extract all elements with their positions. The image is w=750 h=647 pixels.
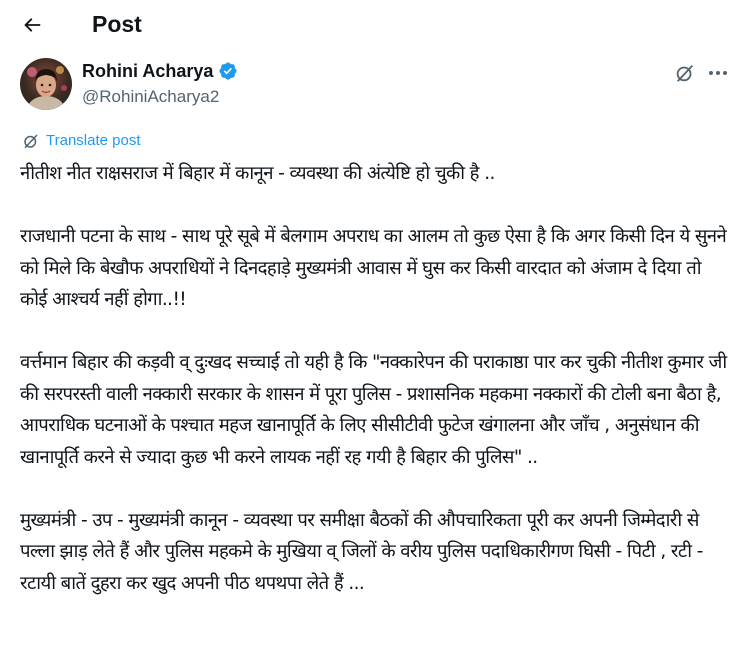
post-paragraph: नीतीश नीत राक्षसराज में बिहार में कानून … <box>20 163 495 184</box>
translate-post-link[interactable]: Translate post <box>22 131 141 151</box>
author-handle[interactable]: @RohiniAcharya2 <box>82 86 219 108</box>
more-horizontal-icon <box>709 71 727 75</box>
more-button[interactable] <box>704 60 732 86</box>
post-paragraph: मुख्यमंत्री - उप - मुख्यमंत्री कानून - व… <box>20 509 703 594</box>
post-paragraph: वर्त्तमान बिहार की कड़वी व् दुःखद सच्चाई… <box>20 352 727 468</box>
author-name[interactable]: Rohini Acharya <box>82 60 213 82</box>
post-header: Post <box>0 0 750 50</box>
translate-icon <box>24 134 38 149</box>
author-name-row[interactable]: Rohini Acharya <box>82 60 238 82</box>
page-title: Post <box>92 11 142 37</box>
grok-button[interactable] <box>672 60 698 86</box>
grok-icon <box>676 65 694 82</box>
arrow-left-icon <box>24 18 41 32</box>
post-body: नीतीश नीत राक्षसराज में बिहार में कानून … <box>20 158 732 631</box>
post-paragraph: राजधानी पटना के साथ - साथ पूरे सूबे में … <box>20 226 727 310</box>
avatar-image <box>20 58 72 110</box>
verified-badge-icon <box>219 62 237 80</box>
translate-label[interactable]: Translate post <box>46 131 141 151</box>
back-button[interactable] <box>14 7 50 43</box>
avatar[interactable] <box>20 58 72 110</box>
